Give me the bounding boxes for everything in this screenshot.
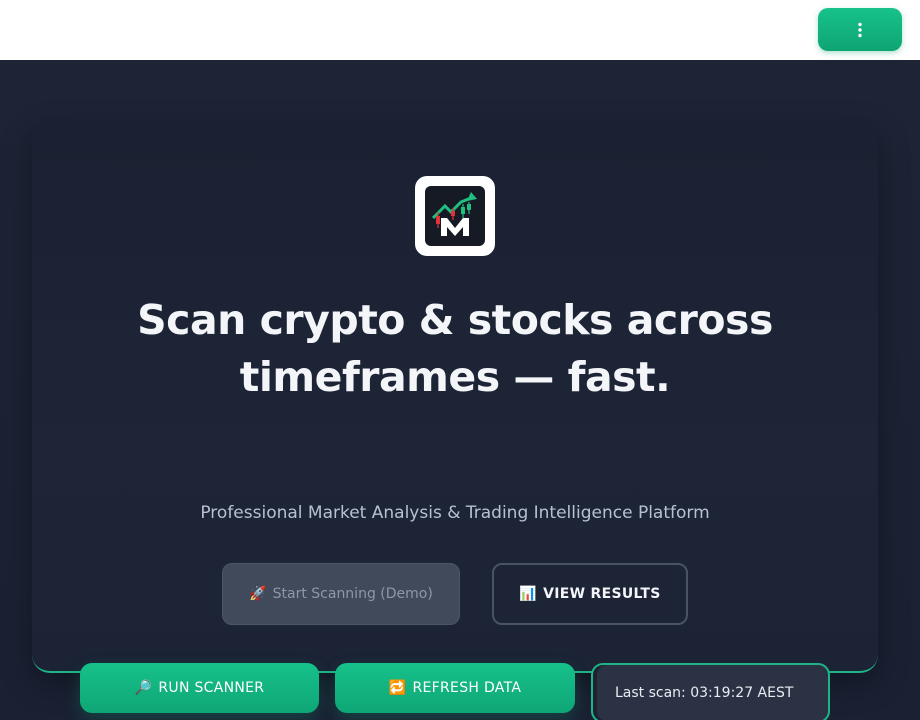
rocket-icon: 🚀 [249,586,267,602]
start-scanning-button[interactable]: 🚀 Start Scanning (Demo) [222,563,460,625]
magnifier-icon: 🔎 [134,680,153,696]
hero-subtitle: Professional Market Analysis & Trading I… [200,503,710,523]
menu-button[interactable] [818,8,902,51]
hero-headline: Scan crypto & stocks across timeframes —… [137,296,773,401]
main-content: Scan crypto & stocks across timeframes —… [0,60,920,720]
top-bar [0,0,920,60]
action-row: 🔎 RUN SCANNER 🔁 REFRESH DATA Last scan: … [0,663,920,720]
last-scan-status: Last scan: 03:19:27 AEST [591,663,830,720]
bar-chart-icon: 📊 [519,586,538,602]
refresh-icon: 🔁 [388,680,407,696]
kebab-menu-icon [858,22,862,37]
refresh-data-label: REFRESH DATA [412,680,522,696]
market-scanner-logo-icon [425,186,485,246]
app-logo [415,176,495,256]
refresh-data-button[interactable]: 🔁 REFRESH DATA [335,663,575,713]
run-scanner-button[interactable]: 🔎 RUN SCANNER [80,663,319,713]
view-results-button[interactable]: 📊 VIEW RESULTS [492,563,688,625]
run-scanner-label: RUN SCANNER [158,680,265,696]
start-scanning-label: Start Scanning (Demo) [272,586,433,602]
view-results-label: VIEW RESULTS [543,586,661,602]
hero-card: Scan crypto & stocks across timeframes —… [32,122,878,673]
